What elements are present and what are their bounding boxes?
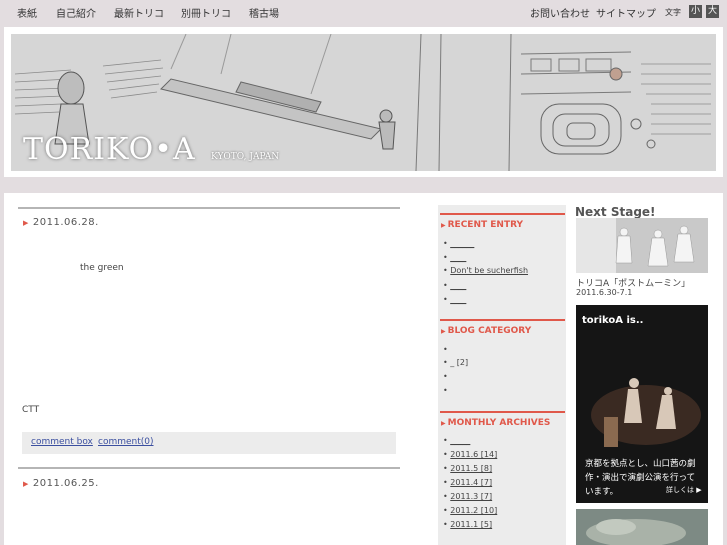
triangle-bullet-icon: ▶ bbox=[23, 219, 29, 227]
archive-item[interactable]: • _____ bbox=[443, 436, 470, 445]
triangle-bullet-icon: ▶ bbox=[441, 420, 446, 427]
sidebar-divider bbox=[440, 213, 565, 215]
recent-entry-item[interactable]: • ____ bbox=[443, 295, 466, 304]
text-size-small-button[interactable]: 小 bbox=[689, 5, 702, 18]
archive-item[interactable]: • 2011.4 [7] bbox=[443, 478, 492, 487]
site-location: KYOTO, JAPAN bbox=[211, 152, 280, 162]
promo-title: torikoA is.. bbox=[582, 315, 644, 326]
blog-category-item[interactable]: • bbox=[443, 345, 448, 354]
comment-count-link[interactable]: comment(0) bbox=[98, 437, 154, 447]
triangle-bullet-icon: ▶ bbox=[441, 222, 446, 229]
next-stage-heading: Next Stage! bbox=[575, 205, 656, 219]
comment-box-link[interactable]: comment box bbox=[31, 437, 93, 447]
top-navigation: 表紙 自己紹介 最新トリコ 別冊トリコ 稽古場 お問い合わせ サイトマップ 文字… bbox=[0, 0, 727, 24]
promo-more-link[interactable]: 詳しくは ▶ bbox=[666, 485, 702, 495]
header-banner: TORIKO•A KYOTO, JAPAN bbox=[4, 27, 723, 177]
post-divider bbox=[18, 207, 400, 209]
blog-category-item[interactable]: • bbox=[443, 372, 448, 381]
nav-contact-link[interactable]: お問い合わせ bbox=[530, 5, 590, 20]
archive-item[interactable]: • 2011.6 [14] bbox=[443, 450, 497, 459]
blog-category-heading: ▶ BLOG CATEGORY bbox=[441, 326, 532, 336]
archive-item[interactable]: • 2011.1 [5] bbox=[443, 520, 492, 529]
post-body-text: CTT bbox=[22, 405, 40, 415]
archive-item[interactable]: • 2011.2 [10] bbox=[443, 506, 497, 515]
additional-photo[interactable] bbox=[576, 509, 708, 545]
sidebar-divider bbox=[440, 411, 565, 413]
recent-entry-item[interactable]: • ____ bbox=[443, 281, 466, 290]
nav-item-profile[interactable]: 自己紹介 bbox=[56, 5, 96, 20]
post-body-text: the green bbox=[80, 263, 124, 273]
nav-item-rehearsal[interactable]: 稽古場 bbox=[249, 5, 279, 20]
performance-photo bbox=[576, 218, 708, 273]
recent-entry-heading: ▶ RECENT ENTRY bbox=[441, 220, 524, 230]
about-promo-banner[interactable]: torikoA is.. 京都を拠点とし、山口茜の劇作・演出で演劇公演を行ってい… bbox=[576, 305, 708, 503]
site-logo[interactable]: TORIKO•A bbox=[23, 132, 196, 167]
recent-entry-item[interactable]: • ______ bbox=[443, 239, 474, 248]
sketch-illustration: TORIKO•A KYOTO, JAPAN bbox=[11, 34, 716, 171]
next-stage-photo[interactable] bbox=[576, 218, 708, 273]
text-size-label: 文字 bbox=[665, 8, 681, 17]
monthly-archives-heading: ▶ MONTHLY ARCHIVES bbox=[441, 418, 551, 428]
post-date: ▶ 2011.06.28. bbox=[23, 217, 99, 228]
text-size-large-button[interactable]: 大 bbox=[706, 5, 719, 18]
nav-item-cover[interactable]: 表紙 bbox=[17, 5, 37, 20]
blog-category-item[interactable]: • _ [2] bbox=[443, 358, 468, 367]
archive-item[interactable]: • 2011.3 [7] bbox=[443, 492, 492, 501]
recent-entry-item[interactable]: • ____ bbox=[443, 253, 466, 262]
triangle-bullet-icon: ▶ bbox=[441, 328, 446, 335]
nav-item-latest[interactable]: 最新トリコ bbox=[114, 5, 164, 20]
show-date: 2011.6.30-7.1 bbox=[576, 288, 633, 297]
triangle-bullet-icon: ▶ bbox=[23, 480, 29, 488]
recent-entry-item[interactable]: • Don't be sucherfish bbox=[443, 266, 528, 275]
archive-item[interactable]: • 2011.5 [8] bbox=[443, 464, 492, 473]
nav-item-extra[interactable]: 別冊トリコ bbox=[181, 5, 231, 20]
sidebar-divider bbox=[440, 319, 565, 321]
blog-category-item[interactable]: • bbox=[443, 386, 448, 395]
nav-sitemap-link[interactable]: サイトマップ bbox=[596, 5, 656, 20]
gallery-photo bbox=[576, 509, 708, 545]
post-footer: comment box comment(0) bbox=[22, 432, 396, 454]
post-divider bbox=[18, 467, 400, 469]
post-date: ▶ 2011.06.25. bbox=[23, 478, 99, 489]
